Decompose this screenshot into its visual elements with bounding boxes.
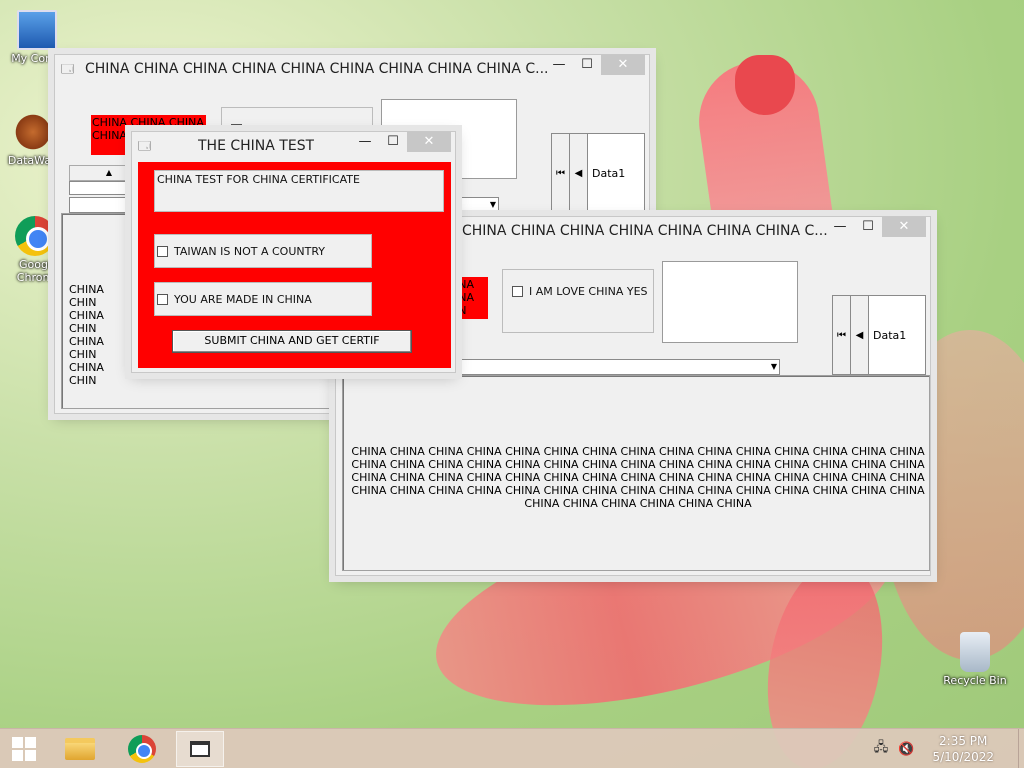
first-record-button[interactable]: ⏮: [833, 296, 851, 374]
desktop-icon-label: Recycle Bin: [943, 674, 1007, 687]
china-test-dialog[interactable]: 🗔 THE CHINA TEST — ☐ ✕ CHINA TEST FOR CH…: [131, 131, 456, 373]
prev-record-button[interactable]: ◀: [851, 296, 869, 374]
maximize-button[interactable]: ☐: [854, 217, 882, 237]
submit-button[interactable]: SUBMIT CHINA AND GET CERTIF: [172, 330, 412, 353]
chevron-down-icon[interactable]: ▼: [490, 200, 496, 209]
maximize-button[interactable]: ☐: [379, 132, 407, 152]
taskbar-china-app[interactable]: [176, 731, 224, 767]
data-caption: Data1: [873, 328, 907, 342]
prev-record-button[interactable]: ◀: [570, 134, 588, 212]
title-bar[interactable]: 🗔 THE CHINA TEST — ☐ ✕: [132, 132, 455, 160]
clock-date: 5/10/2022: [932, 750, 994, 764]
window-app-icon: [190, 741, 210, 757]
maximize-button[interactable]: ☐: [573, 55, 601, 75]
minimize-button[interactable]: —: [351, 132, 379, 152]
desktop-icon-label: Googl Chrom: [16, 258, 54, 284]
clock[interactable]: 2:35 PM 5/10/2022: [932, 733, 994, 765]
close-button[interactable]: ✕: [407, 132, 451, 152]
data-caption: Data1: [592, 166, 626, 180]
chevron-down-icon[interactable]: ▼: [771, 362, 777, 371]
window-title: THE CHINA TEST: [198, 138, 315, 154]
checkbox-label: TAIWAN IS NOT A COUNTRY: [174, 245, 326, 258]
wallpaper-stamen: [735, 55, 795, 115]
window-app-icon: 🗔: [61, 62, 75, 76]
checkbox-label: I AM LOVE CHINA YES: [529, 285, 648, 298]
folder-icon: [65, 738, 95, 760]
checkbox-box[interactable]: [157, 294, 168, 305]
taskbar: 🖧 🔇 2:35 PM 5/10/2022: [0, 728, 1024, 768]
title-bar[interactable]: 🗔 CHINA CHINA CHINA CHINA CHINA CHINA CH…: [55, 55, 649, 83]
body-text: CHINA CHINA CHINA CHINA CHINA CHINA CHIN…: [351, 445, 925, 510]
body-text: CHINA CHIN CHINA CHIN CHINA CHIN CHINA C…: [69, 283, 104, 387]
checkbox-box[interactable]: [157, 246, 168, 257]
desktop-icon-recycle-bin[interactable]: Recycle Bin: [940, 632, 1010, 687]
close-button[interactable]: ✕: [882, 217, 926, 237]
first-record-button[interactable]: ⏮: [552, 134, 570, 212]
window-app-icon: 🗔: [138, 139, 152, 153]
system-tray: 🖧 🔇 2:35 PM 5/10/2022: [874, 729, 1024, 768]
recycle-bin-icon: [960, 632, 990, 672]
chrome-icon: [128, 735, 156, 763]
made-in-china-checkbox[interactable]: YOU ARE MADE IN CHINA: [157, 293, 312, 306]
volume-muted-icon[interactable]: 🔇: [898, 742, 914, 757]
taiwan-checkbox-panel: TAIWAN IS NOT A COUNTRY: [154, 234, 372, 268]
header-label: CHINA TEST FOR CHINA CERTIFICATE: [154, 170, 444, 212]
multiline-textbox[interactable]: [662, 261, 798, 343]
windows-logo-icon: [12, 737, 36, 761]
red-label: INA INA IN: [454, 277, 488, 319]
datawag-icon: [13, 112, 53, 152]
data-control[interactable]: ⏮ ◀ Data1: [832, 295, 926, 375]
desktop-icon-label: DataWag: [7, 154, 59, 167]
taiwan-checkbox[interactable]: TAIWAN IS NOT A COUNTRY: [157, 245, 325, 258]
data-control[interactable]: ⏮ ◀ Data1: [551, 133, 645, 213]
checkbox-box[interactable]: [512, 286, 523, 297]
window-title: CHINA CHINA CHINA CHINA CHINA CHINA CHIN…: [85, 61, 549, 77]
taskbar-file-explorer[interactable]: [56, 731, 104, 767]
minimize-button[interactable]: —: [826, 217, 854, 237]
window-title: CHINA CHINA CHINA CHINA CHINA CHINA CHIN…: [462, 223, 828, 239]
show-desktop-button[interactable]: [1018, 729, 1024, 768]
red-panel: CHINA TEST FOR CHINA CERTIFICATE TAIWAN …: [138, 162, 451, 368]
love-china-checkbox[interactable]: I AM LOVE CHINA YES: [512, 285, 648, 298]
network-icon[interactable]: 🖧: [874, 738, 889, 760]
checkbox-label: YOU ARE MADE IN CHINA: [174, 293, 312, 306]
clock-time: 2:35 PM: [939, 734, 988, 748]
made-in-china-checkbox-panel: YOU ARE MADE IN CHINA: [154, 282, 372, 316]
close-button[interactable]: ✕: [601, 55, 645, 75]
start-button[interactable]: [0, 731, 48, 767]
taskbar-chrome[interactable]: [118, 731, 166, 767]
chrome-icon: [15, 216, 55, 256]
checkbox-group: [502, 269, 654, 333]
minimize-button[interactable]: —: [545, 55, 573, 75]
computer-icon: [17, 10, 57, 50]
